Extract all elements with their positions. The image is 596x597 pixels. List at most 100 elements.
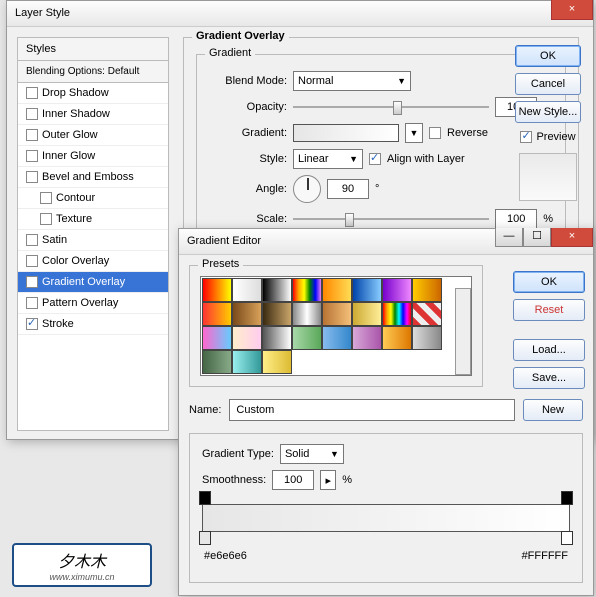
style-checkbox[interactable] xyxy=(26,108,38,120)
style-item-color-overlay[interactable]: Color Overlay xyxy=(18,251,168,272)
hex-right: #FFFFFF xyxy=(522,550,568,562)
gradient-type-select[interactable]: Solid▼ xyxy=(280,444,344,464)
new-style-button[interactable]: New Style... xyxy=(515,101,581,123)
presets-label: Presets xyxy=(198,258,243,270)
styles-list: Styles Blending Options: Default Drop Sh… xyxy=(17,37,169,431)
opacity-label: Opacity: xyxy=(209,101,287,113)
preset-swatch[interactable] xyxy=(232,326,262,350)
gradient-picker[interactable] xyxy=(293,124,399,142)
style-item-inner-shadow[interactable]: Inner Shadow xyxy=(18,104,168,125)
ge-save-button[interactable]: Save... xyxy=(513,367,585,389)
preset-swatch[interactable] xyxy=(262,326,292,350)
layer-style-titlebar[interactable]: Layer Style × xyxy=(7,1,593,27)
styles-header[interactable]: Styles xyxy=(18,38,168,61)
style-checkbox[interactable] xyxy=(40,192,52,204)
preset-swatch[interactable] xyxy=(262,278,292,302)
gradient-label: Gradient: xyxy=(209,127,287,139)
style-item-texture[interactable]: Texture xyxy=(18,209,168,230)
preset-swatch[interactable] xyxy=(352,326,382,350)
style-checkbox[interactable] xyxy=(26,255,38,267)
preset-swatch[interactable] xyxy=(352,302,382,326)
preset-swatch[interactable] xyxy=(262,302,292,326)
preset-swatch[interactable] xyxy=(412,302,442,326)
name-input[interactable]: Custom xyxy=(229,399,515,421)
style-checkbox[interactable] xyxy=(26,318,38,330)
style-item-satin[interactable]: Satin xyxy=(18,230,168,251)
preset-swatch[interactable] xyxy=(292,278,322,302)
watermark-logo: 夕木木 www.ximumu.cn xyxy=(12,543,152,587)
preset-swatch[interactable] xyxy=(232,350,262,374)
style-label: Outer Glow xyxy=(42,129,98,141)
preset-swatch[interactable] xyxy=(322,326,352,350)
preset-swatch[interactable] xyxy=(202,350,232,374)
chevron-down-icon: ▼ xyxy=(397,76,406,86)
preset-swatch[interactable] xyxy=(262,350,292,374)
style-item-inner-glow[interactable]: Inner Glow xyxy=(18,146,168,167)
style-item-stroke[interactable]: Stroke xyxy=(18,314,168,335)
style-checkbox[interactable] xyxy=(26,171,38,183)
ge-new-button[interactable]: New xyxy=(523,399,583,421)
style-label: Contour xyxy=(56,192,95,204)
preset-swatch[interactable] xyxy=(352,278,382,302)
style-item-pattern-overlay[interactable]: Pattern Overlay xyxy=(18,293,168,314)
opacity-slider[interactable] xyxy=(293,100,489,114)
close-icon[interactable]: × xyxy=(551,0,593,20)
style-checkbox[interactable] xyxy=(26,276,38,288)
scale-slider[interactable] xyxy=(293,212,489,226)
maximize-icon[interactable]: ☐ xyxy=(523,228,551,247)
preset-swatch[interactable] xyxy=(382,326,412,350)
preset-swatch[interactable] xyxy=(382,278,412,302)
close-icon[interactable]: × xyxy=(551,228,593,247)
preset-swatch[interactable] xyxy=(292,326,322,350)
angle-dial[interactable] xyxy=(293,175,321,203)
angle-value[interactable]: 90 xyxy=(327,179,369,199)
preset-swatch[interactable] xyxy=(202,326,232,350)
preset-swatch[interactable] xyxy=(202,278,232,302)
style-select[interactable]: Linear▼ xyxy=(293,149,363,169)
preset-swatch[interactable] xyxy=(322,302,352,326)
style-checkbox[interactable] xyxy=(26,87,38,99)
style-item-gradient-overlay[interactable]: Gradient Overlay xyxy=(18,272,168,293)
color-stop-right[interactable] xyxy=(561,531,573,545)
preset-swatch[interactable] xyxy=(412,326,442,350)
gradient-dropdown[interactable]: ▼ xyxy=(405,123,423,143)
opacity-stop-right[interactable] xyxy=(561,491,573,505)
ok-button[interactable]: OK xyxy=(515,45,581,67)
style-item-contour[interactable]: Contour xyxy=(18,188,168,209)
reverse-checkbox[interactable] xyxy=(429,127,441,139)
gradient-editor-title: Gradient Editor xyxy=(187,235,261,247)
preset-swatch[interactable] xyxy=(232,302,262,326)
blending-options-header[interactable]: Blending Options: Default xyxy=(18,61,168,83)
ge-load-button[interactable]: Load... xyxy=(513,339,585,361)
cancel-button[interactable]: Cancel xyxy=(515,73,581,95)
preset-swatch[interactable] xyxy=(292,302,322,326)
style-item-outer-glow[interactable]: Outer Glow xyxy=(18,125,168,146)
preview-checkbox[interactable] xyxy=(520,131,532,143)
smoothness-stepper[interactable]: ▸ xyxy=(320,470,336,490)
blend-mode-select[interactable]: Normal▼ xyxy=(293,71,411,91)
style-checkbox[interactable] xyxy=(26,129,38,141)
color-stop-left[interactable] xyxy=(199,531,211,545)
preset-swatch[interactable] xyxy=(232,278,262,302)
style-item-bevel-and-emboss[interactable]: Bevel and Emboss xyxy=(18,167,168,188)
ge-ok-button[interactable]: OK xyxy=(513,271,585,293)
align-checkbox[interactable] xyxy=(369,153,381,165)
presets-scrollbar[interactable] xyxy=(455,288,471,375)
minimize-icon[interactable]: — xyxy=(495,228,523,247)
style-checkbox[interactable] xyxy=(26,297,38,309)
opacity-stop-left[interactable] xyxy=(199,491,211,505)
preset-swatch[interactable] xyxy=(322,278,352,302)
preset-swatch[interactable] xyxy=(412,278,442,302)
gradient-strip[interactable] xyxy=(202,504,570,532)
style-item-drop-shadow[interactable]: Drop Shadow xyxy=(18,83,168,104)
preset-swatch[interactable] xyxy=(382,302,412,326)
style-checkbox[interactable] xyxy=(26,150,38,162)
smoothness-value[interactable]: 100 xyxy=(272,470,314,490)
style-checkbox[interactable] xyxy=(26,234,38,246)
blend-mode-label: Blend Mode: xyxy=(209,75,287,87)
gradient-editor-titlebar[interactable]: Gradient Editor — ☐ × xyxy=(179,229,593,255)
style-checkbox[interactable] xyxy=(40,213,52,225)
preset-swatch[interactable] xyxy=(202,302,232,326)
gradient-settings-group: Gradient Type: Solid▼ Smoothness: 100 ▸ … xyxy=(189,433,583,583)
ge-reset-button[interactable]: Reset xyxy=(513,299,585,321)
